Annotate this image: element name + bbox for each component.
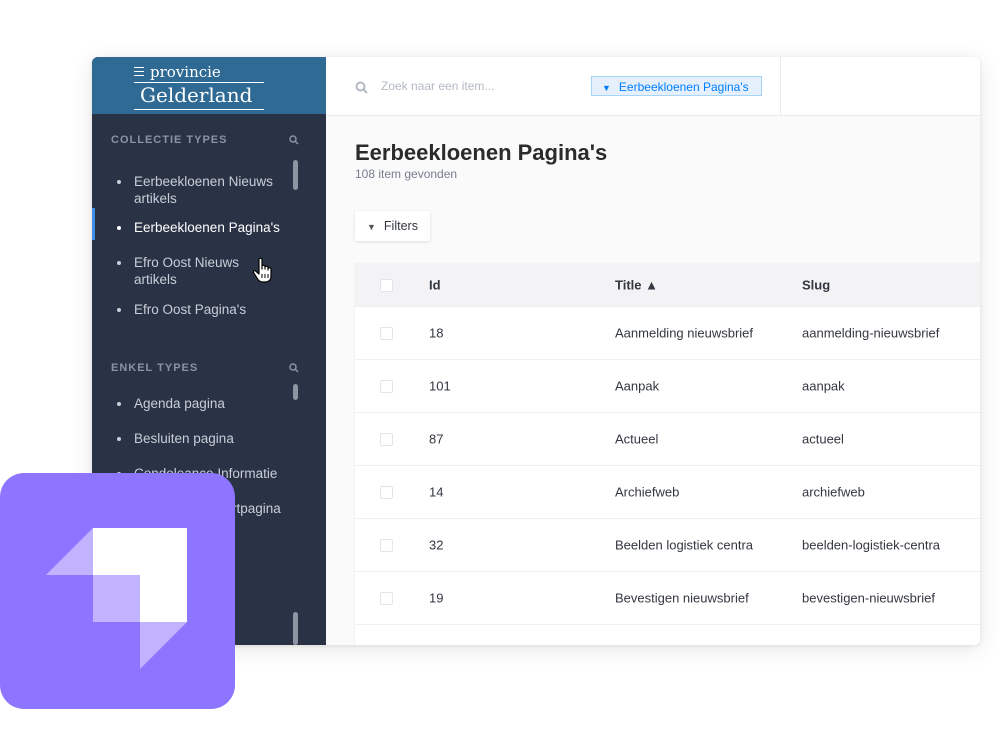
single-scrollbar[interactable] xyxy=(293,384,298,400)
column-title[interactable]: Title ▲ xyxy=(615,277,658,292)
strapi-logo-icon xyxy=(46,528,187,669)
row-checkbox[interactable] xyxy=(380,592,393,605)
select-all-checkbox[interactable] xyxy=(380,278,393,292)
table-row[interactable]: 19 Bevestigen nieuwsbrief bevestigen-nie… xyxy=(355,571,980,624)
row-checkbox[interactable] xyxy=(380,380,393,393)
row-checkbox[interactable] xyxy=(380,433,393,446)
sidebar-item-eerbeekloenen-paginas[interactable]: Eerbeekloenen Pagina's xyxy=(117,219,284,236)
cell-title: Actueel xyxy=(615,431,659,447)
row-checkbox[interactable] xyxy=(380,539,393,552)
table-header: Id Title ▲ Slug xyxy=(355,263,980,306)
cell-slug: aanpak xyxy=(802,378,845,394)
single-search-icon[interactable] xyxy=(289,363,299,373)
hand-cursor-icon xyxy=(252,257,272,283)
cell-slug: actueel xyxy=(802,431,844,447)
search-input[interactable]: Zoek naar een item... xyxy=(381,79,494,93)
table-row[interactable]: 87 Actueel actueel xyxy=(355,412,980,465)
sidebar-item-besluiten-pagina[interactable]: Besluiten pagina xyxy=(117,430,284,447)
brand-rule-bottom xyxy=(134,109,264,110)
cell-title: Bevestigen nieuwsbrief xyxy=(615,590,749,606)
cell-title: Archiefweb xyxy=(615,484,680,500)
sidebar-item-efro-oost-paginas[interactable]: Efro Oost Pagina's xyxy=(117,301,284,318)
cell-id: 32 xyxy=(429,537,444,553)
cell-title: Beelden logistiek centra xyxy=(615,537,754,553)
cell-id: 14 xyxy=(429,484,444,500)
column-slug[interactable]: Slug xyxy=(802,277,830,292)
sidebar-item-eerbeekloenen-nieuws[interactable]: Eerbeekloenen Nieuws artikels xyxy=(117,173,284,207)
cell-id: 87 xyxy=(429,431,444,447)
filters-button[interactable]: ▼ Filters xyxy=(355,211,430,241)
row-checkbox[interactable] xyxy=(380,327,393,340)
single-types-header: ENKEL TYPES xyxy=(111,362,199,374)
cell-slug: beelden-logistiek-centra xyxy=(802,537,941,553)
collection-scrollbar[interactable] xyxy=(293,160,298,190)
table-row[interactable]: 32 Beelden logistiek centra beelden-logi… xyxy=(355,518,980,571)
cell-title: Aanpak xyxy=(615,378,660,394)
active-indicator xyxy=(92,208,95,240)
cell-id: 18 xyxy=(429,325,444,341)
row-checkbox[interactable] xyxy=(380,486,393,499)
topbar-divider xyxy=(780,57,781,115)
brand-line1: provincie xyxy=(150,63,221,81)
cell-id: 19 xyxy=(429,590,444,606)
filter-icon: ▼ xyxy=(367,222,376,232)
table-row[interactable]: 18 Aanmelding nieuwsbrief aanmelding-nie… xyxy=(355,306,980,359)
items-table: Id Title ▲ Slug 18 Aanmelding nieuwsbrie… xyxy=(355,263,980,645)
collection-search-icon[interactable] xyxy=(289,135,299,145)
cell-id: 101 xyxy=(429,378,451,394)
column-id[interactable]: Id xyxy=(429,277,441,292)
collection-types-header: COLLECTIE TYPES xyxy=(111,134,228,146)
strapi-logo xyxy=(0,473,235,709)
cell-slug: bevestigen-nieuwsbrief xyxy=(802,590,935,606)
cell-slug: aanmelding-nieuwsbrief xyxy=(802,325,940,341)
brand-logo[interactable]: provincie Gelderland xyxy=(92,57,326,114)
cell-title: Aanmelding nieuwsbrief xyxy=(615,325,754,341)
active-filter-tag[interactable]: ▼ Eerbeekloenen Pagina's xyxy=(591,76,762,96)
sidebar-item-agenda-pagina[interactable]: Agenda pagina xyxy=(117,395,284,412)
filter-icon: ▼ xyxy=(602,83,611,93)
active-filter-label: Eerbeekloenen Pagina's xyxy=(618,80,749,94)
main-content: Zoek naar een item... ▼ Eerbeekloenen Pag… xyxy=(326,57,980,645)
brand-line2: Gelderland xyxy=(140,83,253,107)
table-row-partial[interactable] xyxy=(355,624,980,645)
bottom-scrollbar[interactable] xyxy=(293,612,298,645)
topbar: Zoek naar een item... ▼ Eerbeekloenen Pag… xyxy=(326,57,980,116)
search-icon[interactable] xyxy=(355,81,368,94)
table-row[interactable]: 101 Aanpak aanpak xyxy=(355,359,980,412)
page-title: Eerbeekloenen Pagina's xyxy=(355,140,608,165)
table-row[interactable]: 14 Archiefweb archiefweb xyxy=(355,465,980,518)
result-count: 108 item gevonden xyxy=(355,167,458,181)
filters-label: Filters xyxy=(383,219,418,233)
cell-slug: archiefweb xyxy=(802,484,865,500)
